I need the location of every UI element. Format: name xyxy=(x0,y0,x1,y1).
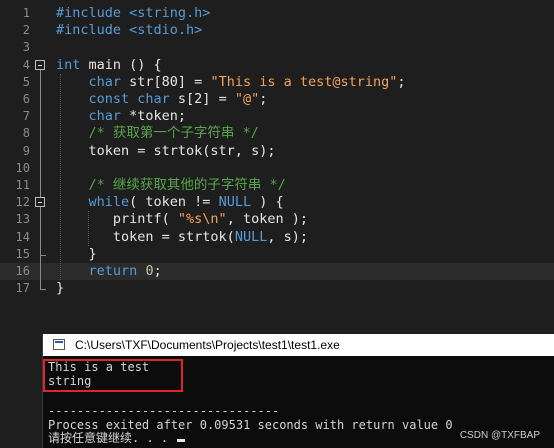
code-line[interactable]: 16 return 0; xyxy=(0,263,554,280)
fold-toggle-icon[interactable] xyxy=(35,60,45,70)
code-token: ; xyxy=(153,263,162,279)
code-line[interactable]: 11 /* 继续获取其他的子字符串 */ xyxy=(0,177,554,194)
line-number: 15 xyxy=(15,247,30,261)
code-token: ) { xyxy=(251,194,284,210)
code-text: /* 获取第一个子字符串 */ xyxy=(56,125,259,142)
code-line[interactable]: 10 xyxy=(0,160,554,177)
line-number: 11 xyxy=(15,178,30,192)
line-number: 12 xyxy=(15,195,30,209)
code-token: str[80] = xyxy=(121,74,211,90)
line-number: 7 xyxy=(22,109,30,123)
line-number: 17 xyxy=(15,281,30,295)
code-token: ; xyxy=(259,91,268,107)
console-titlebar[interactable]: C:\Users\TXF\Documents\Projects\test1\te… xyxy=(43,334,554,356)
line-number: 9 xyxy=(22,144,30,158)
code-line[interactable]: 13 printf( "%s\n", token ); xyxy=(0,211,554,228)
code-token: /* 继续获取其他的子字符串 */ xyxy=(88,177,286,193)
line-number: 1 xyxy=(22,6,30,20)
code-text: return 0; xyxy=(56,263,162,280)
indent-guide xyxy=(88,211,90,246)
fold-toggle-icon[interactable] xyxy=(35,197,45,207)
output-separator: -------------------------------- xyxy=(48,404,280,418)
code-line[interactable]: 6 const char s[2] = "@"; xyxy=(0,91,554,108)
code-line[interactable]: 7 char *token; xyxy=(0,108,554,125)
code-token: NULL xyxy=(218,194,252,210)
line-number: 10 xyxy=(15,161,30,175)
code-text: printf( "%s\n", token ); xyxy=(56,211,308,228)
code-editor[interactable]: 1 #include <string.h> 2 #include <stdio.h> 3… xyxy=(0,0,554,327)
code-token: s[2] = xyxy=(169,91,235,107)
code-line[interactable]: 17} xyxy=(0,280,554,297)
fold-range-line xyxy=(40,70,41,289)
code-text: token = strtok(str, s); xyxy=(56,143,276,160)
code-token: char xyxy=(88,108,122,124)
code-line[interactable]: 14 token = strtok(NULL, s); xyxy=(0,229,554,246)
code-token: int xyxy=(56,57,81,73)
code-token: , token ); xyxy=(226,211,308,227)
code-token: NULL xyxy=(234,229,268,245)
output-prompt: 请按任意键继续. . . xyxy=(48,431,186,445)
code-token: #include <stdio.h> xyxy=(56,22,203,38)
line-number: 3 xyxy=(22,40,30,54)
code-token: ; xyxy=(397,74,406,90)
code-token: const char xyxy=(88,91,170,107)
fold-end-marker xyxy=(40,289,46,290)
watermark: CSDN @TXFBAP xyxy=(459,430,540,441)
code-line[interactable]: 15 } xyxy=(0,246,554,263)
code-token: token = strtok( xyxy=(56,229,235,245)
line-number: 13 xyxy=(15,212,30,226)
code-token: #include <string.h> xyxy=(56,5,211,21)
code-line[interactable]: 5 char str[80] = "This is a test@string"… xyxy=(0,74,554,91)
code-line[interactable]: 4 int main () { xyxy=(0,57,554,74)
code-token: , s); xyxy=(267,229,308,245)
code-text: } xyxy=(56,246,97,263)
code-token: char xyxy=(88,74,122,90)
code-token: "%s\n" xyxy=(177,211,227,227)
output-exit-status: Process exited after 0.09531 seconds wit… xyxy=(48,418,453,432)
code-text: #include <string.h> xyxy=(56,5,210,22)
code-text: token = strtok(NULL, s); xyxy=(56,229,308,246)
line-number: 6 xyxy=(22,92,30,106)
code-line[interactable]: 9 token = strtok(str, s); xyxy=(0,143,554,160)
code-token: ( token != xyxy=(129,194,219,210)
code-line[interactable]: 1 #include <string.h> xyxy=(0,5,554,22)
code-token: "@" xyxy=(234,91,260,107)
code-token: return xyxy=(88,263,138,279)
code-token: token = strtok(str, s); xyxy=(56,143,276,159)
code-line[interactable]: 3 xyxy=(0,39,554,56)
code-line[interactable]: 12 while( token != NULL ) { xyxy=(0,194,554,211)
code-token: while xyxy=(88,194,130,210)
fold-end-marker xyxy=(40,255,46,256)
code-token: main () { xyxy=(80,57,162,73)
indent-guide xyxy=(60,74,62,280)
line-number: 14 xyxy=(15,230,30,244)
code-text: while( token != NULL ) { xyxy=(56,194,284,211)
code-text: char *token; xyxy=(56,108,187,125)
code-token: /* 获取第一个子字符串 */ xyxy=(88,125,259,141)
code-text: const char s[2] = "@"; xyxy=(56,91,268,108)
code-text: #include <stdio.h> xyxy=(56,22,202,39)
line-number: 2 xyxy=(22,23,30,37)
code-text: } xyxy=(56,280,64,297)
code-line[interactable]: 8 /* 获取第一个子字符串 */ xyxy=(0,125,554,142)
code-token: 0 xyxy=(145,263,154,279)
code-text: /* 继续获取其他的子字符串 */ xyxy=(56,177,286,194)
line-number: 5 xyxy=(22,75,30,89)
code-token: } xyxy=(56,246,97,262)
text-cursor xyxy=(177,439,186,442)
console-app-icon xyxy=(53,339,65,350)
line-number: 4 xyxy=(22,58,30,72)
code-token: printf( xyxy=(56,211,178,227)
code-text: int main () { xyxy=(56,57,162,74)
line-number: 8 xyxy=(22,126,30,140)
console-title: C:\Users\TXF\Documents\Projects\test1\te… xyxy=(75,338,340,352)
code-token: *token; xyxy=(121,108,187,124)
code-token: } xyxy=(56,280,65,296)
code-text: char str[80] = "This is a test@string"; xyxy=(56,74,406,91)
line-number: 16 xyxy=(15,264,30,278)
code-token: "This is a test@string" xyxy=(210,74,398,90)
code-line[interactable]: 2 #include <stdio.h> xyxy=(0,22,554,39)
output-highlight-box xyxy=(43,359,183,392)
prompt-text: 请按任意键继续. . . xyxy=(48,431,176,445)
